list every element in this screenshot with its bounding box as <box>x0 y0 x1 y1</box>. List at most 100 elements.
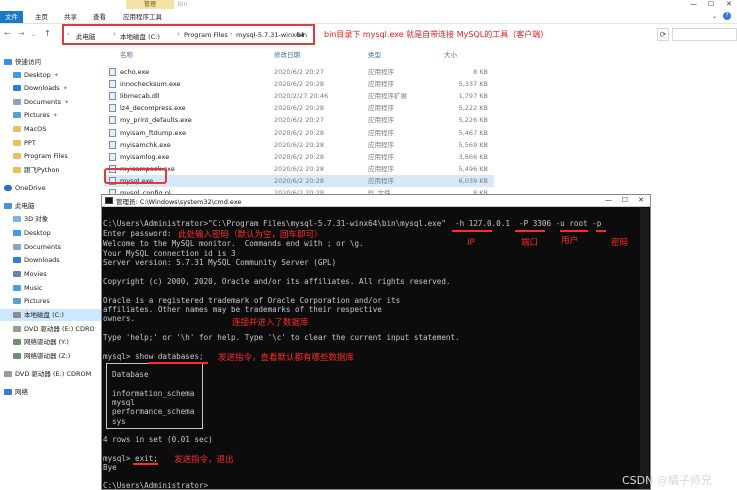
file-row[interactable]: my_print_defaults.exe 2020/6/2 20:27 应用程序 5… <box>104 114 494 126</box>
file-size: 1,797 KB <box>458 92 488 101</box>
nav-label: 网络 <box>15 388 28 396</box>
nav-net-z[interactable]: 网络驱动器 (Z:) <box>13 350 70 362</box>
file-row[interactable]: myisam_ftdump.exe 2020/6/2 20:28 应用程序 5,467… <box>104 127 494 139</box>
close-icon[interactable]: ✕ <box>726 0 732 9</box>
forward-icon[interactable]: → <box>18 29 25 38</box>
nav-pc-downloads[interactable]: Downloads <box>13 254 60 266</box>
file-size: 8 KB <box>473 68 488 76</box>
search-input[interactable] <box>672 28 737 41</box>
address-bar[interactable]: › 此电脑 › 本地磁盘 (C:) › Program Files › mysq… <box>62 24 315 45</box>
breadcrumb-c-drive[interactable]: 本地磁盘 (C:) <box>120 31 160 41</box>
cmd-scrollbar[interactable] <box>640 208 649 489</box>
nav-documents[interactable]: Documents ✦ <box>13 96 69 108</box>
nav-3d-objects[interactable]: 3D 对象 <box>13 213 48 225</box>
nav-pc-desktop[interactable]: Desktop <box>13 227 51 239</box>
underline-exit <box>133 463 158 465</box>
back-icon[interactable]: ← <box>4 29 11 38</box>
file-type: 应用程序 <box>368 104 394 113</box>
maximize-icon[interactable]: ☐ <box>708 0 714 9</box>
nav-music[interactable]: Music <box>13 282 43 294</box>
refresh-icon[interactable]: ⟳ <box>657 28 669 41</box>
tab-share[interactable]: 共享 <box>59 11 82 23</box>
nav-downloads[interactable]: Downloads ✦ <box>13 82 68 94</box>
column-name[interactable]: 名称 <box>120 49 133 59</box>
file-date: 2020/6/2 20:28 <box>274 104 324 113</box>
cmd-line-password: Enter password: <box>103 229 172 238</box>
nav-dvd-e[interactable]: DVD 驱动器 (E:) CDRO <box>13 323 95 335</box>
file-size: 5,222 KB <box>458 104 488 113</box>
nav-label: Desktop <box>24 71 51 79</box>
cmd-close-icon[interactable]: ✕ <box>638 196 644 204</box>
picture-icon <box>13 112 21 118</box>
cmd-line-connection-id: Your MySQL connection id is 3 <box>103 249 236 258</box>
file-row[interactable]: lz4_decompress.exe 2020/6/2 20:28 应用程序 5,22… <box>104 102 494 114</box>
file-size: 5,337 KB <box>458 80 488 89</box>
tab-app-tools[interactable]: 应用程序工具 <box>118 11 167 23</box>
nav-network[interactable]: 网络 <box>4 386 28 398</box>
file-row[interactable]: libmecab.dll 2020/2/27 20:46 应用程序扩展 1,797 K… <box>104 90 494 102</box>
pin-icon: ✦ <box>64 99 70 106</box>
manage-tab[interactable]: 管理 <box>126 0 174 9</box>
file-name: myisamchk.exe <box>120 140 171 149</box>
nav-label: Music <box>24 284 43 292</box>
cmd-minimize-icon[interactable]: — <box>605 196 612 204</box>
cmd-line-help: Type 'help;' or '\h' for help. Type '\c'… <box>103 333 460 342</box>
breadcrumb-bin[interactable]: bin <box>297 31 307 39</box>
nav-label: 此电脑 <box>15 202 35 210</box>
file-type: 应用程序 <box>368 128 394 137</box>
pin-icon: ✦ <box>53 72 59 79</box>
file-row[interactable]: echo.exe 2020/6/2 20:27 应用程序 8 KB <box>104 66 494 78</box>
nav-pictures[interactable]: Pictures ✦ <box>13 109 58 121</box>
breadcrumb-this-pc[interactable]: 此电脑 <box>76 31 96 41</box>
tab-view[interactable]: 查看 <box>88 11 111 23</box>
download-icon <box>13 85 21 91</box>
pin-icon: ✦ <box>62 85 68 92</box>
nav-macos[interactable]: MacOS <box>13 123 46 135</box>
nav-pc-documents[interactable]: Documents <box>13 241 61 253</box>
underline-user <box>560 230 588 232</box>
file-date: 2020/6/2 20:28 <box>274 176 324 185</box>
tab-home[interactable]: 主页 <box>30 11 53 23</box>
file-name: my_print_defaults.exe <box>120 116 192 125</box>
file-row[interactable]: myisamlog.exe 2020/6/2 20:28 应用程序 3,666 KB <box>104 151 494 163</box>
nav-python[interactable]: 跟飞Python <box>13 164 60 176</box>
nav-this-pc[interactable]: 此电脑 <box>4 200 35 212</box>
chevron-down-icon[interactable]: ⌄ <box>712 12 717 21</box>
breadcrumb-separator: › <box>113 30 116 38</box>
nav-net-y[interactable]: 网络驱动器 (Y:) <box>13 336 69 348</box>
star-icon <box>4 59 12 65</box>
breadcrumb-separator: › <box>230 30 233 38</box>
navigation-pane: 快速访问 Desktop ✦ Downloads ✦ Documents ✦ Pict… <box>0 46 103 490</box>
nav-dvd-e-root[interactable]: DVD 驱动器 (E:) CDROM <box>4 368 91 380</box>
cmd-prompt[interactable]: C:\Users\Administrator> <box>103 481 208 490</box>
exe-file-icon <box>109 104 116 113</box>
nav-c-drive[interactable]: 本地磁盘 (C:) <box>0 309 103 321</box>
file-row[interactable]: innochecksum.exe 2020/6/2 20:28 应用程序 5,337 … <box>104 78 494 90</box>
minimize-icon[interactable]: — <box>690 0 697 9</box>
file-date: 2020/2/27 20:46 <box>274 92 329 101</box>
column-size[interactable]: 大小 <box>444 49 457 59</box>
recent-dropdown-icon[interactable]: ⌄ <box>31 31 36 38</box>
nav-desktop[interactable]: Desktop ✦ <box>13 69 59 81</box>
column-type[interactable]: 类型 <box>368 49 381 59</box>
up-icon[interactable]: ↑ <box>44 29 51 38</box>
nav-movies[interactable]: Movies <box>13 268 47 280</box>
tab-file[interactable]: 文件 <box>0 11 23 23</box>
cmd-line-exit: mysql> exit; <box>103 454 158 463</box>
file-date: 2020/6/2 20:28 <box>274 164 324 173</box>
help-icon[interactable]: ? <box>723 12 731 20</box>
breadcrumb-mysql[interactable]: mysql-5.7.31-winx64 <box>236 31 304 39</box>
nav-program-files[interactable]: Program Files <box>13 150 68 162</box>
cmd-maximize-icon[interactable]: ☐ <box>622 196 628 204</box>
cmd-line-oracle-3: owners. <box>103 314 136 323</box>
cloud-icon <box>4 185 12 191</box>
watermark: CSDN @橘子师兄 <box>622 474 712 487</box>
nav-quick-access[interactable]: 快速访问 <box>4 56 41 68</box>
file-row[interactable]: myisamchk.exe 2020/6/2 20:28 应用程序 5,569 KB <box>104 139 494 151</box>
column-date[interactable]: 修改日期 <box>274 49 300 59</box>
breadcrumb-program-files[interactable]: Program Files <box>184 31 228 39</box>
annotation-user: 用户 <box>561 236 579 246</box>
nav-ppt[interactable]: PPT <box>13 137 36 149</box>
nav-onedrive[interactable]: OneDrive <box>4 182 46 194</box>
nav-pc-pictures[interactable]: Pictures <box>13 295 50 307</box>
